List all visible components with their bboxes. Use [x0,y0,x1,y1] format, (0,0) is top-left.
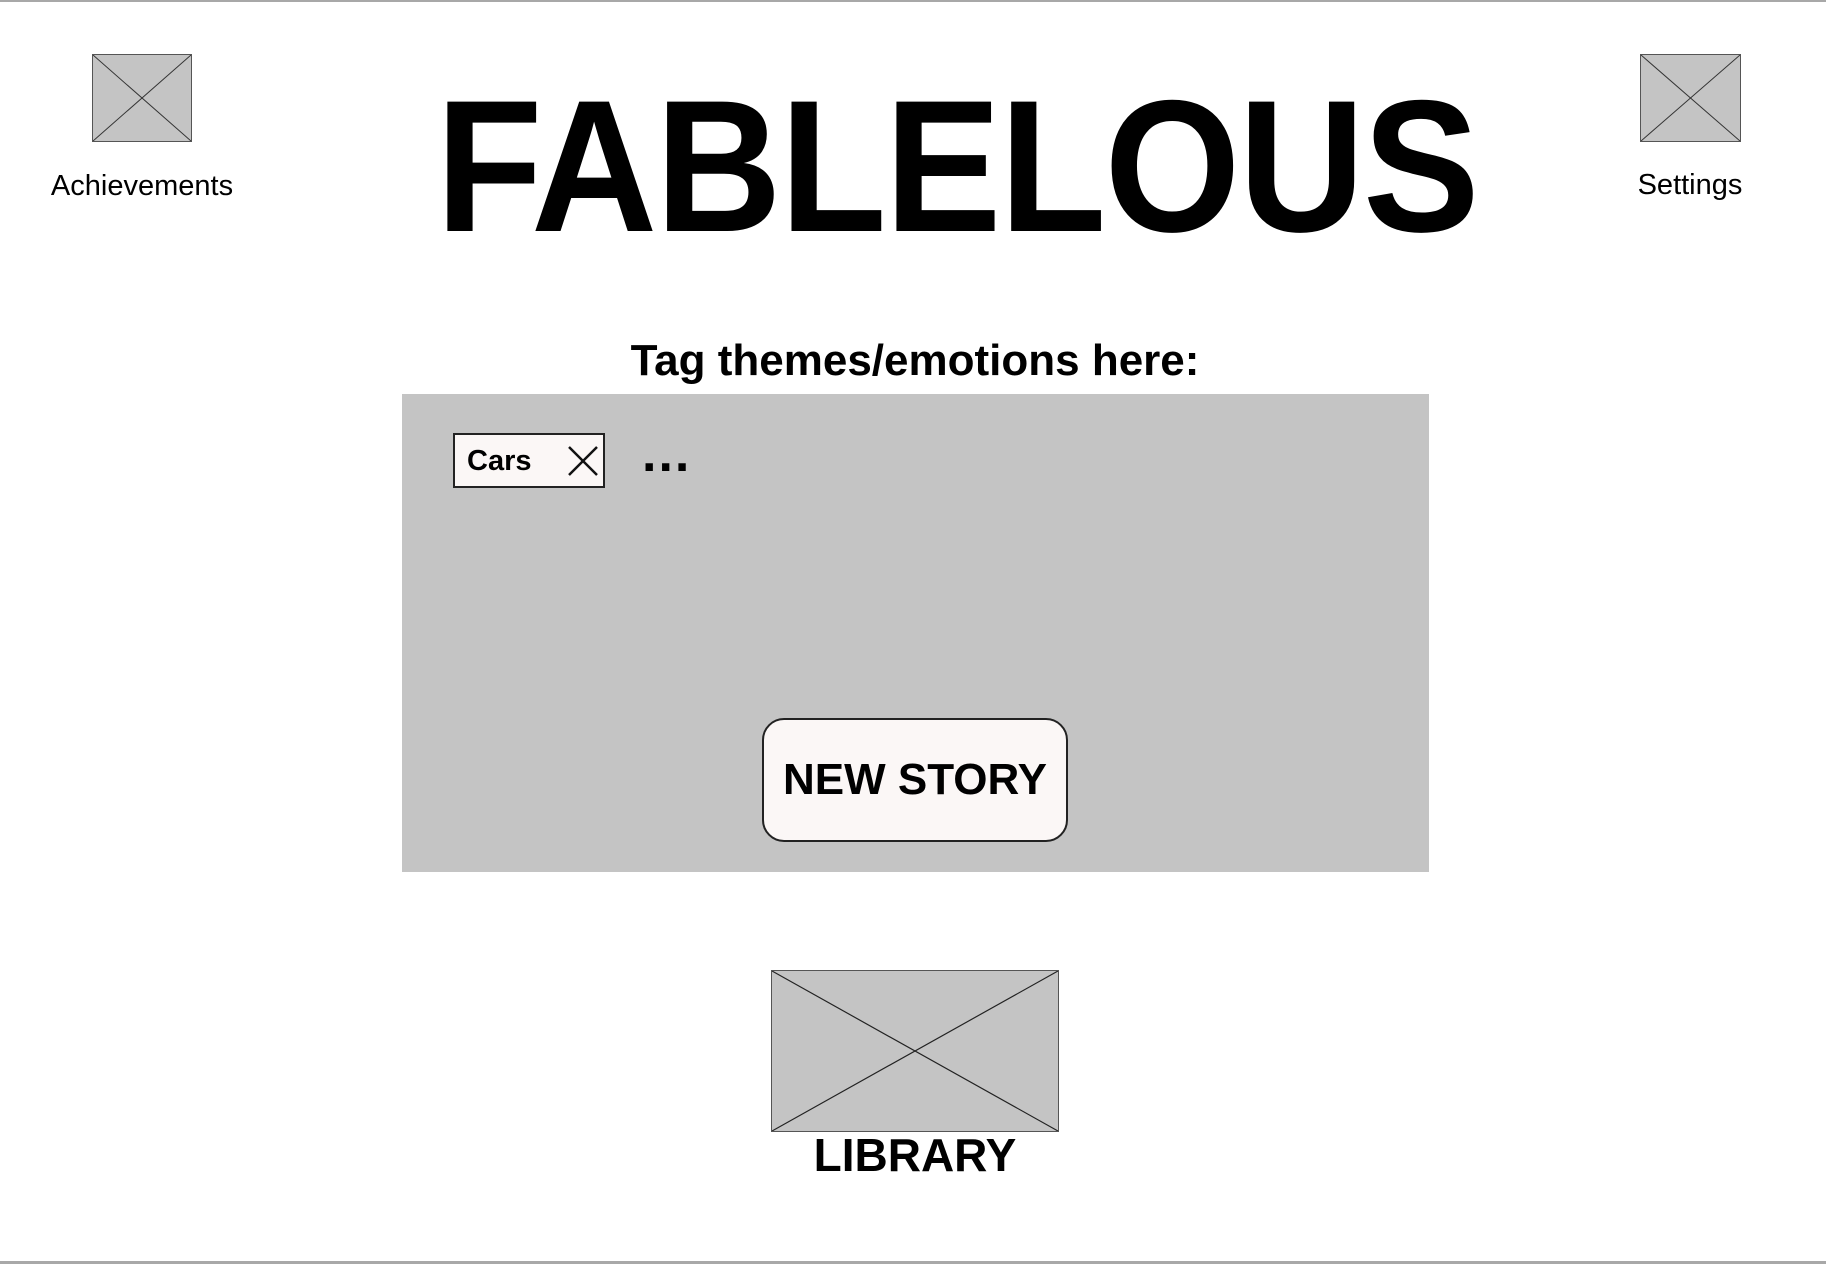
library-icon[interactable] [771,970,1059,1132]
tag-prompt: Tag themes/emotions here: [630,336,1200,385]
tag-chip-cars[interactable]: Cars [453,433,605,488]
tag-chip-label: Cars [467,445,532,477]
app-title: FABLELOUS [435,61,1480,271]
achievements-icon[interactable] [92,54,192,142]
bottom-border [0,1261,1826,1264]
new-story-button[interactable]: NEW STORY [762,718,1068,842]
close-icon[interactable] [567,445,599,477]
settings-label[interactable]: Settings [1590,169,1790,202]
more-tags-indicator[interactable]: ... [642,424,691,484]
top-border [0,0,1826,2]
library-label[interactable]: LIBRARY [771,1128,1059,1182]
achievements-label[interactable]: Achievements [22,170,262,203]
new-story-label: NEW STORY [782,755,1048,804]
tag-input-panel[interactable]: Cars ... NEW STORY [402,394,1429,872]
settings-icon[interactable] [1640,54,1741,142]
